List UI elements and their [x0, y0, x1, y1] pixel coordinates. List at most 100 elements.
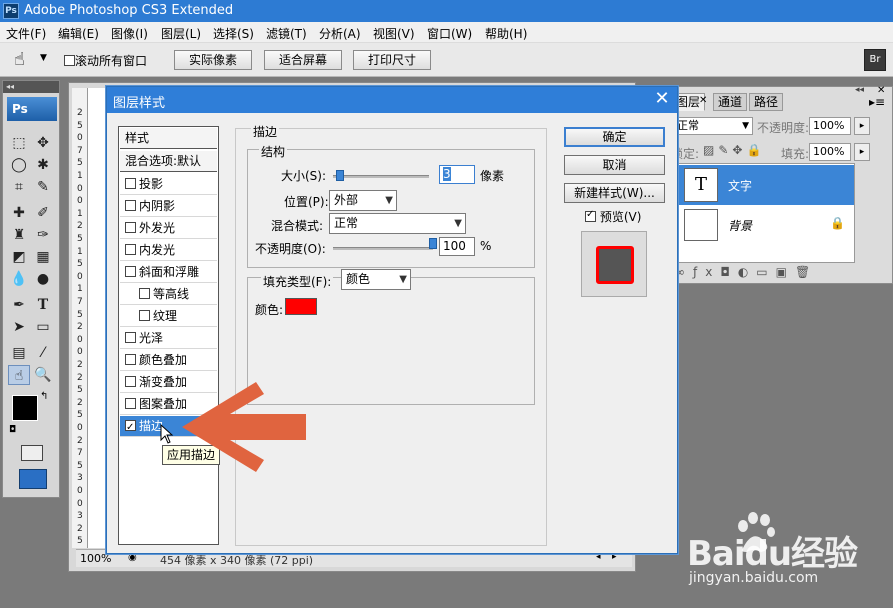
- stroke-color-swatch[interactable]: [285, 298, 317, 315]
- ok-button[interactable]: 确定: [564, 127, 665, 147]
- history-brush-tool-icon[interactable]: ✑: [32, 225, 54, 245]
- brush-tool-icon[interactable]: ✐: [32, 203, 54, 223]
- checkbox-icon[interactable]: [125, 376, 136, 387]
- lock-icons[interactable]: ▨✎✥🔒: [703, 143, 765, 157]
- blend-mode-select[interactable]: 正常 ▼: [329, 213, 466, 234]
- menu-layer[interactable]: 图层(L): [161, 25, 201, 42]
- checkbox-icon[interactable]: [125, 178, 136, 189]
- checkbox-icon[interactable]: [125, 398, 136, 409]
- hand-tool-icon[interactable]: ☝: [8, 365, 30, 385]
- checkbox-icon[interactable]: [125, 418, 136, 438]
- fill-type-select[interactable]: 颜色 ▼: [341, 269, 411, 290]
- style-item[interactable]: 投影: [120, 174, 217, 195]
- size-slider-thumb[interactable]: [335, 170, 344, 181]
- screen-mode-icon[interactable]: [19, 469, 47, 489]
- checkbox-icon[interactable]: [139, 310, 150, 321]
- pen-tool-icon[interactable]: ✒: [8, 295, 30, 315]
- blend-options-item[interactable]: 混合选项:默认: [120, 151, 217, 172]
- opacity-slider-thumb[interactable]: [429, 238, 437, 249]
- opacity-input[interactable]: 100: [439, 237, 475, 256]
- checkbox-icon[interactable]: [585, 209, 596, 222]
- tool-preset-dropdown-icon[interactable]: ▼: [40, 53, 47, 63]
- scroll-all-windows-checkbox[interactable]: 滚动所有窗口: [64, 52, 147, 69]
- actual-pixels-button[interactable]: 实际像素: [174, 50, 252, 70]
- print-size-button[interactable]: 打印尺寸: [353, 50, 431, 70]
- menu-view[interactable]: 视图(V): [373, 25, 415, 42]
- style-item[interactable]: 光泽: [120, 328, 217, 349]
- healing-brush-tool-icon[interactable]: ✚: [8, 203, 30, 223]
- style-item[interactable]: 颜色叠加: [120, 350, 217, 371]
- menu-window[interactable]: 窗口(W): [427, 25, 472, 42]
- crop-tool-icon[interactable]: ⌗: [8, 177, 30, 197]
- checkbox-icon[interactable]: [125, 354, 136, 365]
- menu-image[interactable]: 图像(I): [111, 25, 148, 42]
- layer-fill-input[interactable]: 100%: [809, 143, 851, 161]
- layer-footer-icons[interactable]: ∞ƒx◘◐▭▣🗑: [675, 265, 818, 279]
- tab-close-icon[interactable]: ✕: [699, 95, 707, 106]
- quick-mask-icon[interactable]: [21, 445, 43, 461]
- fit-screen-button[interactable]: 适合屏幕: [264, 50, 342, 70]
- layer-opacity-input[interactable]: 100%: [809, 117, 851, 135]
- menu-edit[interactable]: 编辑(E): [58, 25, 99, 42]
- magic-wand-tool-icon[interactable]: ✱: [32, 155, 54, 175]
- checkbox-icon[interactable]: [125, 266, 136, 277]
- eyedropper-slice-tool-icon[interactable]: ✎: [32, 177, 54, 197]
- panel-collapse-icon[interactable]: ◂◂: [855, 85, 864, 95]
- foreground-color-swatch[interactable]: [12, 395, 38, 421]
- menu-analysis[interactable]: 分析(A): [319, 25, 361, 42]
- checkbox-icon[interactable]: [125, 222, 136, 233]
- layer-row-background[interactable]: 背景 🔒: [672, 206, 854, 246]
- checkbox-icon[interactable]: [64, 55, 75, 66]
- default-colors-icon[interactable]: ◘: [9, 425, 16, 435]
- hand-tool-icon[interactable]: ☝: [14, 49, 25, 70]
- menu-file[interactable]: 文件(F): [6, 25, 46, 42]
- clone-stamp-tool-icon[interactable]: ♜: [8, 225, 30, 245]
- checkbox-icon[interactable]: [139, 288, 150, 299]
- style-item[interactable]: 纹理: [120, 306, 217, 327]
- shape-tool-icon[interactable]: ▭: [32, 317, 54, 337]
- layer-row-text[interactable]: T 文字: [672, 165, 854, 205]
- bridge-icon[interactable]: Br: [864, 49, 886, 71]
- blur-tool-icon[interactable]: 💧: [8, 269, 30, 289]
- style-item[interactable]: 等高线: [120, 284, 217, 305]
- marquee-tool-icon[interactable]: ⬚: [8, 133, 30, 153]
- eyedropper-tool-icon[interactable]: ⁄: [32, 343, 54, 363]
- tab-channels[interactable]: 通道: [713, 93, 748, 111]
- menu-select[interactable]: 选择(S): [213, 25, 254, 42]
- position-select[interactable]: 外部 ▼: [329, 190, 397, 211]
- layer-name[interactable]: 背景: [728, 217, 752, 234]
- tab-paths[interactable]: 路径: [749, 93, 784, 111]
- zoom-tool-icon[interactable]: 🔍: [32, 365, 54, 385]
- menu-filter[interactable]: 滤镜(T): [266, 25, 307, 42]
- fill-slider-button[interactable]: ▸: [854, 143, 870, 161]
- gradient-tool-icon[interactable]: ▦: [32, 247, 54, 267]
- text-tool-icon[interactable]: T: [32, 295, 54, 315]
- notes-tool-icon[interactable]: ▤: [8, 343, 30, 363]
- swap-colors-icon[interactable]: ↰: [40, 391, 48, 402]
- size-input[interactable]: 3: [439, 165, 475, 184]
- checkbox-icon[interactable]: [125, 244, 136, 255]
- style-item[interactable]: 外发光: [120, 218, 217, 239]
- opacity-slider-track[interactable]: [333, 247, 433, 250]
- preview-checkbox[interactable]: 预览(V): [585, 208, 641, 225]
- layer-blend-mode-select[interactable]: 正常 ▼: [673, 117, 753, 135]
- opacity-slider-button[interactable]: ▸: [854, 117, 870, 135]
- lasso-tool-icon[interactable]: ◯: [8, 155, 30, 175]
- dodge-tool-icon[interactable]: ●: [32, 269, 54, 289]
- menu-help[interactable]: 帮助(H): [485, 25, 527, 42]
- new-style-button[interactable]: 新建样式(W)...: [564, 183, 665, 203]
- style-item[interactable]: 斜面和浮雕: [120, 262, 217, 283]
- eraser-tool-icon[interactable]: ◩: [8, 247, 30, 267]
- panel-menu-icon[interactable]: ▸≡: [869, 95, 885, 109]
- checkbox-icon[interactable]: [125, 200, 136, 211]
- style-item[interactable]: 内阴影: [120, 196, 217, 217]
- size-slider-track[interactable]: [333, 175, 429, 178]
- close-icon[interactable]: ✕: [652, 88, 672, 109]
- cancel-button[interactable]: 取消: [564, 155, 665, 175]
- styles-header[interactable]: 样式: [120, 128, 217, 149]
- move-tool-icon[interactable]: ✥: [32, 133, 54, 153]
- checkbox-icon[interactable]: [125, 332, 136, 343]
- style-item[interactable]: 内发光: [120, 240, 217, 261]
- path-selection-tool-icon[interactable]: ➤: [8, 317, 30, 337]
- document-canvas[interactable]: [88, 88, 106, 548]
